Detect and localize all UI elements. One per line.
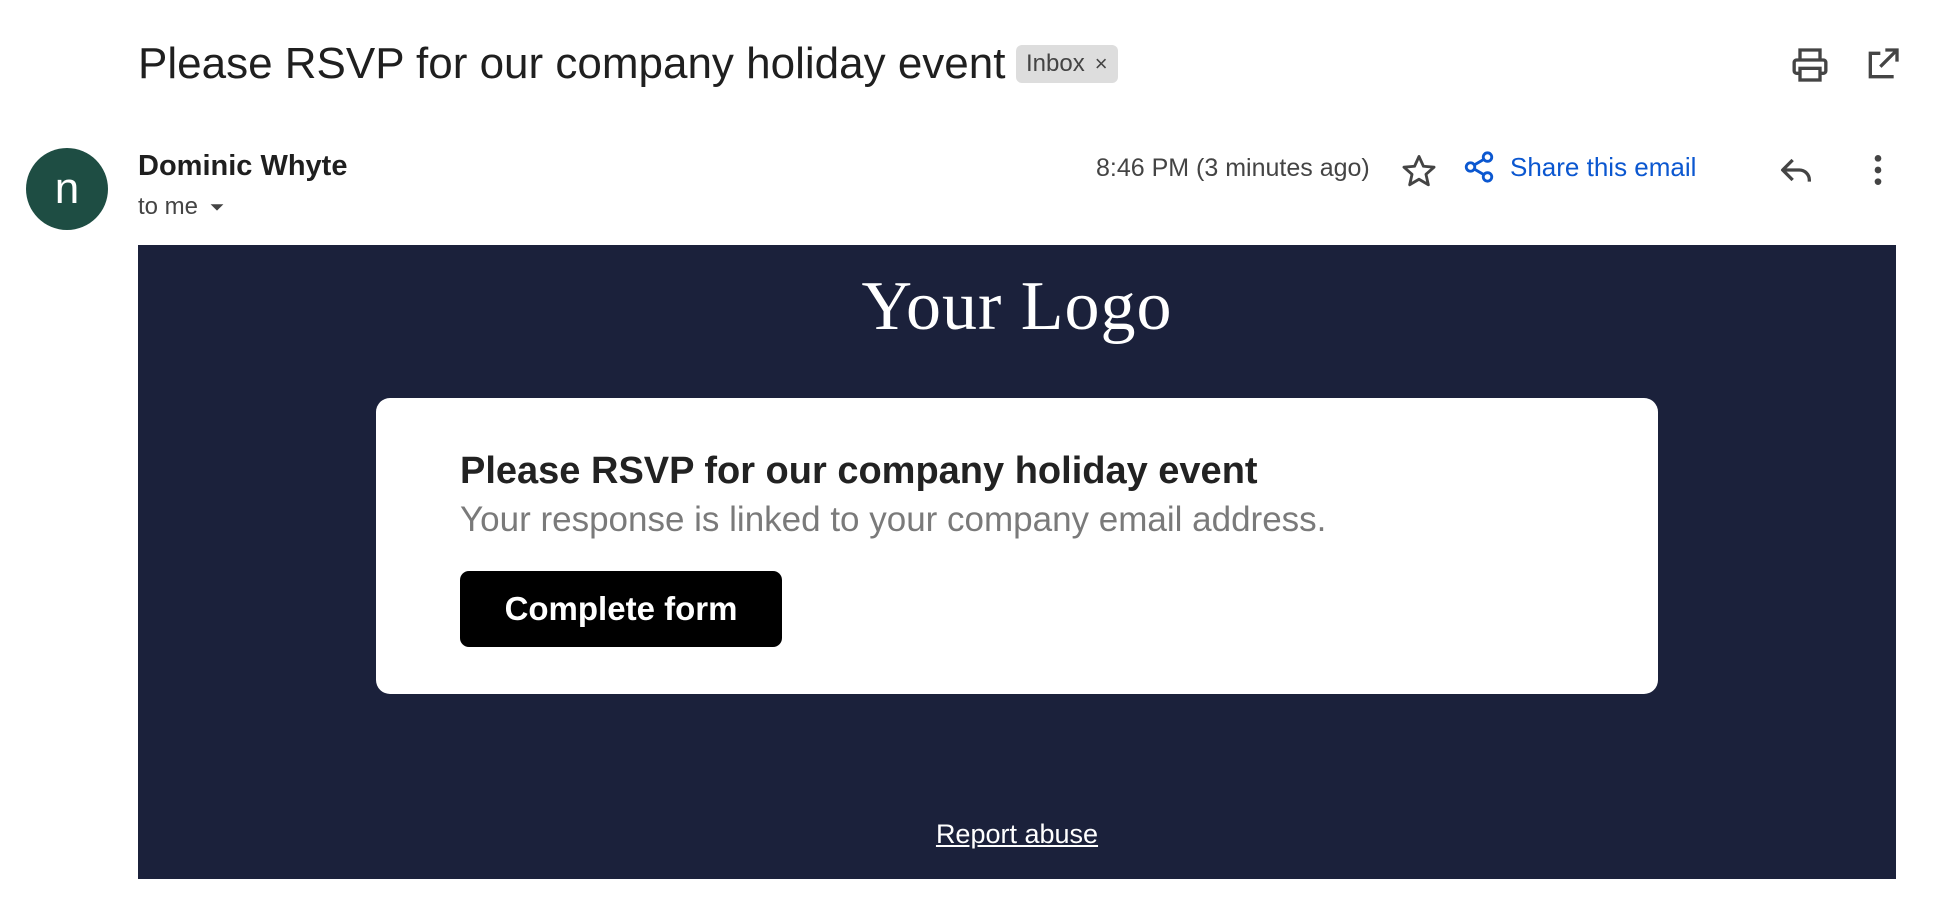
reply-icon[interactable] (1776, 150, 1816, 190)
email-body: Your Logo Please RSVP for our company ho… (138, 245, 1896, 879)
rsvp-card: Please RSVP for our company holiday even… (376, 398, 1658, 694)
sender-name[interactable]: Dominic Whyte (138, 150, 347, 183)
star-icon[interactable] (1400, 152, 1438, 190)
card-subtitle: Your response is linked to your company … (460, 500, 1327, 539)
report-abuse-link[interactable]: Report abuse (138, 819, 1896, 850)
open-in-new-icon[interactable] (1862, 45, 1902, 85)
recipients-toggle[interactable]: to me (138, 193, 228, 221)
complete-form-button[interactable]: Complete form (460, 571, 782, 647)
card-title: Please RSVP for our company holiday even… (460, 450, 1258, 492)
printer-icon[interactable] (1790, 45, 1830, 85)
remove-label-button[interactable]: × (1095, 51, 1108, 77)
recipients-text: to me (138, 193, 199, 220)
timestamp: 8:46 PM (3 minutes ago) (1096, 154, 1370, 182)
caret-down-icon (210, 204, 224, 211)
email-subject: Please RSVP for our company holiday even… (138, 39, 1006, 88)
email-logo: Your Logo (861, 268, 1173, 345)
label-text: Inbox (1026, 50, 1085, 77)
share-email-button[interactable]: Share this email (1462, 150, 1696, 184)
share-email-label: Share this email (1510, 151, 1697, 182)
avatar[interactable]: n (26, 148, 108, 230)
more-options-icon[interactable] (1858, 150, 1898, 190)
share-icon (1464, 151, 1494, 183)
inbox-label-chip: Inbox × (1016, 45, 1118, 83)
